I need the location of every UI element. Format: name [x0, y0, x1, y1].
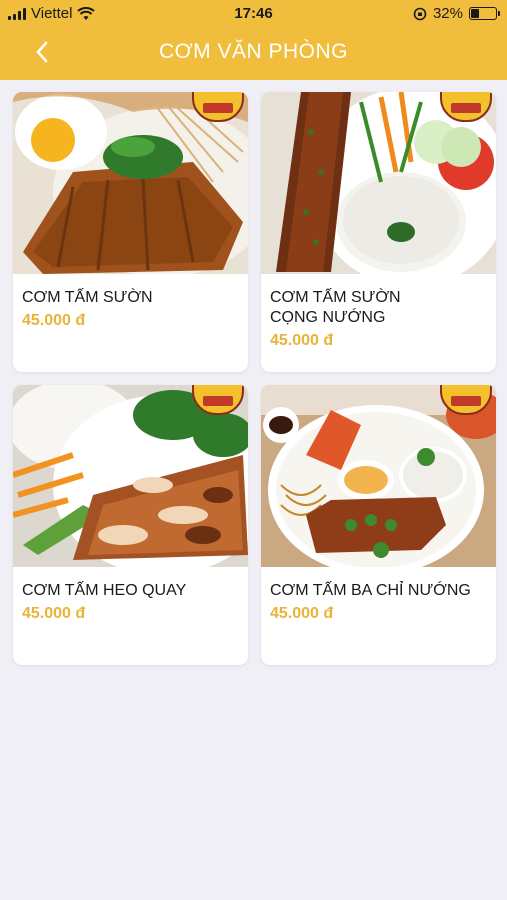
status-right: 32% [413, 5, 500, 22]
product-image [261, 92, 496, 274]
product-card[interactable]: CƠM TẤM HEO QUAY 45.000 đ [13, 385, 248, 665]
orientation-lock-icon [413, 7, 427, 20]
product-name: CƠM TẤM SƯỜN CỌNG NƯỚNG [270, 289, 401, 326]
product-name: CƠM TẤM HEO QUAY [22, 582, 187, 599]
product-card[interactable]: CƠM TẤM SƯỜN 45.000 đ [13, 92, 248, 372]
battery-percent: 32% [432, 5, 463, 22]
product-price: 45.000 đ [270, 332, 334, 349]
product-price: 45.000 đ [22, 312, 86, 329]
product-card[interactable]: CƠM TẤM SƯỜN CỌNG NƯỚNG 45.000 đ [261, 92, 496, 372]
battery-level [471, 9, 479, 18]
product-image [13, 92, 248, 274]
status-bar: Viettel 17:46 32% [0, 0, 507, 30]
page-title: CƠM VĂN PHÒNG [158, 40, 349, 63]
product-image [261, 385, 496, 567]
product-price: 45.000 đ [22, 605, 86, 622]
app-header: Viettel 17:46 32% CƠM VĂN PHÒNG [0, 0, 507, 80]
product-card[interactable]: CƠM TẤM BA CHỈ NƯỚNG 45.000 đ [261, 385, 496, 665]
nav-bar: CƠM VĂN PHÒNG [0, 30, 507, 76]
product-image [13, 385, 248, 567]
product-name: CƠM TẤM BA CHỈ NƯỚNG [270, 582, 471, 599]
product-name: CƠM TẤM SƯỜN [22, 289, 153, 306]
product-price: 45.000 đ [270, 605, 334, 622]
battery-icon [469, 7, 500, 20]
